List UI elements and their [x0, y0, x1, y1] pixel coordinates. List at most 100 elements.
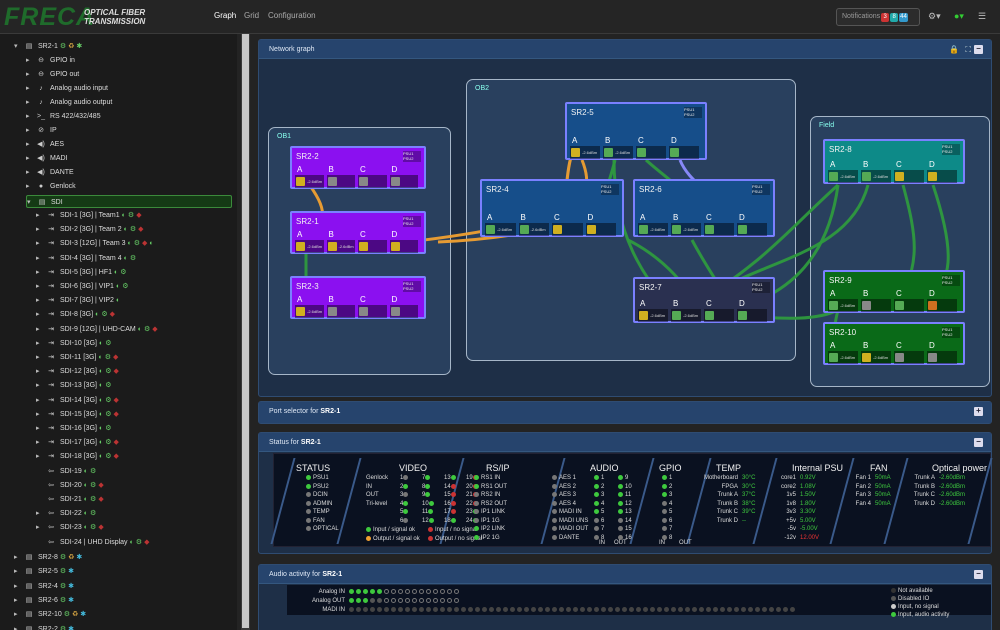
device-node[interactable]: SR2-10 PSU1 PSU2 A -2.6dBm B -2.6dBm C D	[823, 322, 965, 365]
port-3[interactable]	[669, 146, 699, 159]
port-2[interactable]	[894, 299, 924, 312]
tree-root[interactable]: ▾ ▤ SR2-1 ⚙ ♻ ✱	[14, 40, 82, 53]
port-3[interactable]	[389, 305, 418, 318]
sdi-item[interactable]: ▸ ⇥ SDI-14 [3G] ◐ ⚙ ◆	[36, 394, 119, 407]
sdi-item[interactable]: ▸ ⇥ SDI-8 [3G] ◐ ⚙ ◆	[36, 308, 115, 321]
tree-item-toggle[interactable]: ▸	[26, 138, 35, 151]
device-node[interactable]: SR2-1 PSU1 PSU2 A -2.6dBm B -2.6dBm C D	[290, 211, 426, 254]
tree-item[interactable]: ▸ ◀) MADI	[26, 152, 68, 165]
port-1[interactable]: -2.6dBm	[671, 309, 701, 322]
tree-item-toggle[interactable]: ▸	[26, 152, 35, 165]
sdi-item-toggle[interactable]: ▸	[36, 280, 45, 293]
sdi-item[interactable]: ▸ ⇥ SDI-11 [3G] ◐ ⚙ ◆	[36, 351, 118, 364]
sidebar-scrollbar[interactable]	[241, 34, 250, 630]
sdi-item[interactable]: ▸ ⇦ SDI-22 ◐ ⚙	[36, 507, 96, 520]
tree-item-toggle[interactable]: ▾	[27, 196, 36, 209]
sdi-item-toggle[interactable]: ▸	[36, 379, 45, 392]
sdi-item[interactable]: ▸ ⇥ SDI-9 [12G] | UHD-CAM ◐ ⚙ ◆	[36, 323, 158, 336]
menu-icon[interactable]: ☰	[978, 11, 986, 22]
tree-device[interactable]: ▸ ▤ SR2-6 ⚙ ✱	[14, 594, 74, 607]
tree-item-toggle[interactable]: ▸	[26, 180, 35, 193]
tree-device-toggle[interactable]: ▸	[14, 594, 23, 607]
tree-item-toggle[interactable]: ▸	[26, 96, 35, 109]
port-0[interactable]: -2.6dBm	[828, 170, 858, 183]
port-3[interactable]	[389, 175, 418, 188]
tree-item[interactable]: ▾ ▤ SDI	[26, 195, 232, 208]
port-1[interactable]: -2.6dBm	[671, 223, 701, 236]
sdi-item-toggle[interactable]: ▸	[36, 308, 45, 321]
port-1[interactable]: -2.6dBm	[603, 146, 633, 159]
sdi-item-toggle[interactable]: ▸	[36, 266, 45, 279]
sdi-item[interactable]: ▸ ⇥ SDI-3 [12G] | Team 3 ◐ ⚙ ◆ ◐	[36, 237, 154, 250]
tree-device[interactable]: ▸ ▤ SR2-4 ⚙ ✱	[14, 580, 74, 593]
sdi-item[interactable]: ▸ ⇥ SDI-18 [3G] ◐ ⚙ ◆	[36, 450, 119, 463]
device-node[interactable]: SR2-3 PSU1 PSU2 A -2.6dBm B C D	[290, 276, 426, 319]
port-3[interactable]	[927, 299, 957, 312]
sdi-item[interactable]: ▸ ⇥ SDI-4 [3G] | Team 4 ◐ ⚙	[36, 252, 136, 265]
device-node[interactable]: SR2-6 PSU1 PSU2 A -2.6dBm B -2.6dBm C D	[633, 179, 775, 237]
port-3[interactable]	[585, 223, 616, 236]
sdi-item[interactable]: ▸ ⇥ SDI-10 [3G] ◐ ⚙	[36, 337, 111, 350]
sdi-item-toggle[interactable]: ▸	[36, 337, 45, 350]
sdi-item-toggle[interactable]: ▸	[36, 351, 45, 364]
fit-icon[interactable]: ⛶	[965, 45, 971, 55]
sdi-item-toggle[interactable]: ▸	[36, 237, 45, 250]
tree-item-toggle[interactable]: ▸	[26, 110, 35, 123]
port-0[interactable]: -2.6dBm	[295, 175, 324, 188]
sdi-item[interactable]: ▸ ⇦ SDI-23 ◐ ⚙ ◆	[36, 521, 104, 534]
port-3[interactable]	[927, 170, 957, 183]
port-1[interactable]: -2.6dBm	[861, 351, 891, 364]
tree-item[interactable]: ▸ ♪ Analog audio output	[26, 96, 112, 109]
tree-item[interactable]: ▸ ◀) AES	[26, 138, 64, 151]
port-1[interactable]	[861, 299, 891, 312]
collapse-button[interactable]: −	[974, 570, 983, 579]
device-node[interactable]: SR2-9 PSU1 PSU2 A -2.6dBm B C D	[823, 270, 965, 313]
port-1[interactable]	[326, 175, 355, 188]
tree-item-toggle[interactable]: ▸	[26, 68, 35, 81]
tree-item[interactable]: ▸ ⊘ IP	[26, 124, 57, 137]
tree-device[interactable]: ▸ ▤ SR2-10 ⚙ ♻ ✱	[14, 608, 86, 621]
tree-item-toggle[interactable]: ▸	[26, 54, 35, 67]
sdi-item[interactable]: ▸ ⇥ SDI-7 [3G] | VIP2 ◐	[36, 294, 120, 307]
tree-device[interactable]: ▸ ▤ SR2-8 ⚙ ♻ ✱	[14, 551, 82, 564]
port-3[interactable]	[389, 240, 418, 253]
port-0[interactable]: -2.6dBm	[828, 299, 858, 312]
sdi-item-toggle[interactable]: ▸	[36, 209, 45, 222]
port-1[interactable]: -2.6dBm	[326, 240, 355, 253]
port-2[interactable]	[358, 240, 387, 253]
tree-item-toggle[interactable]: ▸	[26, 166, 35, 179]
tree-item[interactable]: ▸ ♪ Analog audio input	[26, 82, 108, 95]
sdi-item[interactable]: ⇦ SDI-19 ◐ ⚙	[36, 465, 96, 478]
port-0[interactable]: -2.6dBm	[828, 351, 858, 364]
port-2[interactable]	[358, 305, 387, 318]
sdi-item[interactable]: ▸ ⇥ SDI-12 [3G] ◐ ⚙ ◆	[36, 365, 119, 378]
tree-device[interactable]: ▸ ▤ SR2-2 ⚙ ✱	[14, 623, 74, 630]
device-node[interactable]: SR2-4 PSU1 PSU2 A -2.6dBm B -2.6dBm C D	[480, 179, 624, 237]
sdi-item[interactable]: ▸ ⇥ SDI-6 [3G] | VIP1 ◐ ⚙	[36, 280, 128, 293]
port-2[interactable]	[358, 175, 387, 188]
tree-device-toggle[interactable]: ▸	[14, 608, 23, 621]
port-0[interactable]: -2.6dBm	[570, 146, 600, 159]
device-node[interactable]: SR2-5 PSU1 PSU2 A -2.6dBm B -2.6dBm C D	[565, 102, 707, 160]
sdi-item-toggle[interactable]: ▸	[36, 436, 45, 449]
sdi-item-toggle[interactable]: ▸	[36, 450, 45, 463]
sdi-item-toggle[interactable]: ▸	[36, 408, 45, 421]
sdi-item-toggle[interactable]: ▸	[36, 521, 45, 534]
settings-icon[interactable]: ⚙▾	[928, 11, 941, 22]
sdi-item[interactable]: ▸ ⇥ SDI-5 [3G] | HF1 ◐ ⚙	[36, 266, 127, 279]
tree-item[interactable]: ▸ ⊖ GPIO in	[26, 54, 75, 67]
sdi-item[interactable]: ▸ ⇥ SDI-16 [3G] ◐ ⚙	[36, 422, 111, 435]
port-0[interactable]: -2.6dBm	[638, 223, 668, 236]
sdi-item-toggle[interactable]: ▸	[36, 422, 45, 435]
port-0[interactable]: -2.6dBm	[638, 309, 668, 322]
tab-grid[interactable]: Grid	[244, 11, 259, 20]
device-node[interactable]: SR2-7 PSU1 PSU2 A -2.6dBm B -2.6dBm C D	[633, 277, 775, 323]
collapse-button[interactable]: −	[974, 438, 983, 447]
port-3[interactable]	[737, 223, 767, 236]
sdi-item[interactable]: ▸ ⇥ SDI-17 [3G] ◐ ⚙ ◆	[36, 436, 119, 449]
tab-graph[interactable]: Graph	[214, 11, 236, 20]
network-graph[interactable]: OB1 OB2 Field SR2-2 PSU1 PSU2 A -2.6dBm B C D SR2-1…	[268, 60, 990, 410]
tree-item[interactable]: ▸ ⊖ GPIO out	[26, 68, 79, 81]
device-node[interactable]: SR2-8 PSU1 PSU2 A -2.6dBm B -2.6dBm C D	[823, 139, 965, 184]
notifications-button[interactable]: Notifications 3 8 44	[836, 8, 920, 26]
